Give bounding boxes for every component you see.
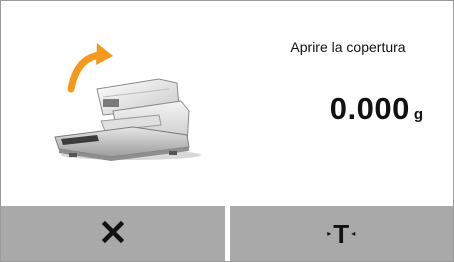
weight-reading: 0.000 g: [330, 91, 423, 127]
softkey-bar: ▸ T ◂: [1, 206, 453, 261]
tare-left-marker: ▸: [327, 228, 332, 238]
display-area: Aprire la copertura 0.000 g: [1, 1, 453, 206]
status-message: Aprire la copertura: [290, 39, 406, 55]
balance-open-cover-icon: [41, 41, 201, 171]
tare-label: T: [333, 218, 350, 249]
cancel-button[interactable]: [1, 206, 225, 261]
weight-value: 0.000: [329, 91, 410, 126]
close-icon: [101, 220, 124, 246]
balance-screen: Aprire la copertura 0.000 g ▸ T ◂: [0, 0, 454, 262]
tare-icon: ▸ T ◂: [327, 221, 355, 247]
weight-unit: g: [413, 106, 423, 123]
tare-button[interactable]: ▸ T ◂: [229, 206, 453, 261]
tare-right-marker: ◂: [351, 228, 356, 238]
